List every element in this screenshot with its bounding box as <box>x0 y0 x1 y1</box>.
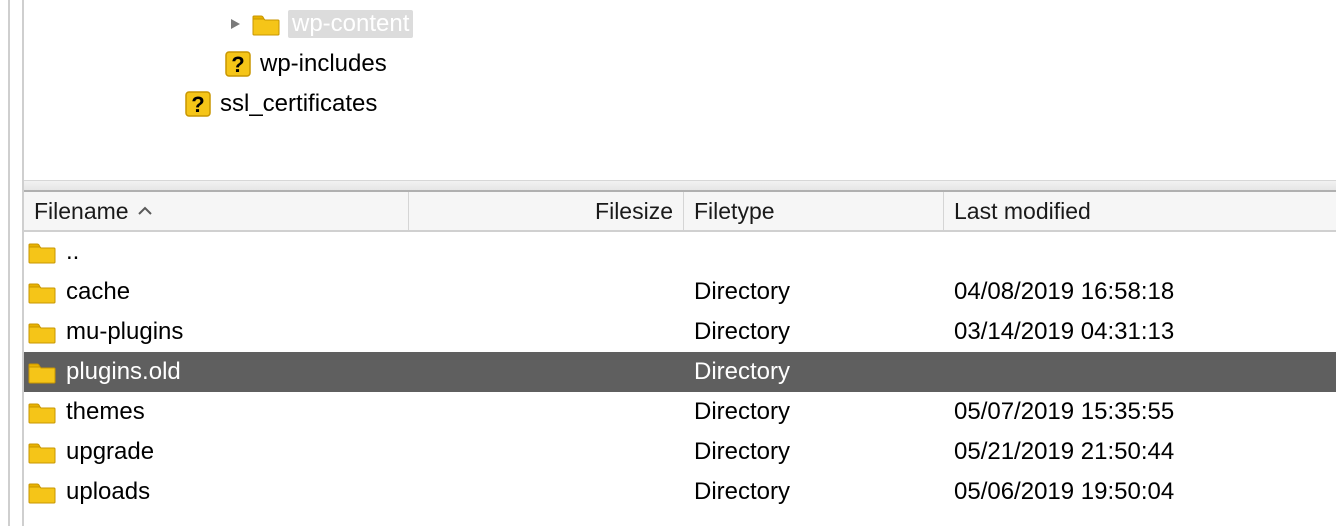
tree-item[interactable]: wp-includes <box>24 44 1336 84</box>
tree-item-label: wp-content <box>288 10 413 38</box>
column-header-filename[interactable]: Filename <box>24 192 409 230</box>
folder-icon <box>28 320 56 344</box>
remote-tree-pane[interactable]: wp-content wp-includes ssl_certificates <box>24 0 1336 192</box>
filename-label: plugins.old <box>66 358 181 386</box>
cell-modified: 04/08/2019 16:58:18 <box>944 278 1336 306</box>
filename-label: cache <box>66 278 130 306</box>
cell-modified: 05/21/2019 21:50:44 <box>944 438 1336 466</box>
tree-item[interactable]: wp-content <box>24 4 1336 44</box>
column-header-filesize[interactable]: Filesize <box>409 192 684 230</box>
pane-splitter[interactable] <box>24 180 1336 190</box>
unknown-item-icon <box>184 90 212 118</box>
list-header: Filename Filesize Filetype Last modified <box>24 192 1336 232</box>
filename-label: themes <box>66 398 145 426</box>
cell-filename: uploads <box>24 478 409 506</box>
column-header-label: Filesize <box>595 198 673 225</box>
folder-icon <box>28 280 56 304</box>
cell-modified: 05/06/2019 19:50:04 <box>944 478 1336 506</box>
file-list-body[interactable]: ..cacheDirectory04/08/2019 16:58:18mu-pl… <box>24 232 1336 512</box>
file-list-pane[interactable]: Filename Filesize Filetype Last modified… <box>24 192 1336 512</box>
table-row[interactable]: mu-plugins Directory03/14/2019 04:31:13 <box>24 312 1336 352</box>
tree-item-label: ssl_certificates <box>220 90 377 118</box>
cell-filename: plugins.old <box>24 358 409 386</box>
tree-item[interactable]: ssl_certificates <box>24 84 1336 124</box>
table-row[interactable]: plugins.old Directory <box>24 352 1336 392</box>
cell-filetype: Directory <box>684 318 944 346</box>
cell-filetype: Directory <box>684 358 944 386</box>
column-header-filetype[interactable]: Filetype <box>684 192 944 230</box>
table-row[interactable]: themes Directory05/07/2019 15:35:55 <box>24 392 1336 432</box>
cell-filename: upgrade <box>24 438 409 466</box>
cell-modified: 05/07/2019 15:35:55 <box>944 398 1336 426</box>
filename-label: upgrade <box>66 438 154 466</box>
table-row[interactable]: uploads Directory05/06/2019 19:50:04 <box>24 472 1336 512</box>
column-header-label: Filename <box>34 198 129 225</box>
filename-label: .. <box>66 238 79 266</box>
folder-icon <box>28 400 56 424</box>
folder-icon <box>252 12 280 36</box>
table-row[interactable]: .. <box>24 232 1336 272</box>
disclosure-triangle-icon[interactable] <box>224 13 246 35</box>
filename-label: mu-plugins <box>66 318 183 346</box>
cell-filename: themes <box>24 398 409 426</box>
sort-ascending-icon <box>137 205 153 217</box>
unknown-item-icon <box>224 50 252 78</box>
column-header-label: Filetype <box>694 198 775 225</box>
cell-filetype: Directory <box>684 478 944 506</box>
cell-filetype: Directory <box>684 438 944 466</box>
ftp-panel: wp-content wp-includes ssl_certificates Fi… <box>22 0 1336 526</box>
cell-filetype: Directory <box>684 398 944 426</box>
folder-icon <box>28 480 56 504</box>
window-chrome: wp-content wp-includes ssl_certificates Fi… <box>8 0 1336 526</box>
folder-icon <box>28 440 56 464</box>
table-row[interactable]: upgrade Directory05/21/2019 21:50:44 <box>24 432 1336 472</box>
folder-icon <box>28 240 56 264</box>
cell-modified: 03/14/2019 04:31:13 <box>944 318 1336 346</box>
cell-filetype: Directory <box>684 278 944 306</box>
folder-icon <box>28 360 56 384</box>
column-header-modified[interactable]: Last modified <box>944 192 1336 230</box>
cell-filename: .. <box>24 238 409 266</box>
column-header-label: Last modified <box>954 198 1091 225</box>
cell-filename: cache <box>24 278 409 306</box>
filename-label: uploads <box>66 478 150 506</box>
tree-item-label: wp-includes <box>260 50 387 78</box>
table-row[interactable]: cache Directory04/08/2019 16:58:18 <box>24 272 1336 312</box>
cell-filename: mu-plugins <box>24 318 409 346</box>
